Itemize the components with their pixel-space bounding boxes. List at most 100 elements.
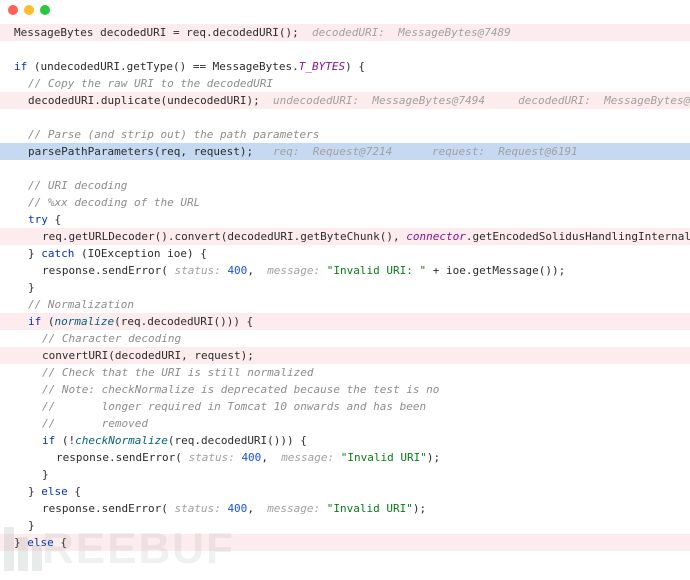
code-token: connector: [406, 230, 466, 243]
code-token: req.getURLDecoder().convert(decodedURI.g…: [42, 230, 406, 243]
code-token: status:: [174, 264, 227, 277]
code-token: // Copy the raw URI to the decodedURI: [28, 77, 273, 90]
code-token: // Parse (and strip out) the path parame…: [28, 128, 319, 141]
code-line[interactable]: } else {: [0, 483, 690, 500]
code-line[interactable]: // Character decoding: [0, 330, 690, 347]
code-token: "Invalid URI": [341, 451, 427, 464]
code-token: 400: [241, 451, 261, 464]
code-line[interactable]: response.sendError( status: 400, message…: [0, 449, 690, 466]
code-token: (IOException ioe) {: [81, 247, 207, 260]
code-token: decodedURI.duplicate(undecodedURI);: [28, 94, 273, 107]
code-line[interactable]: // longer required in Tomcat 10 onwards …: [0, 398, 690, 415]
code-token: }: [14, 536, 27, 549]
code-line[interactable]: // Parse (and strip out) the path parame…: [0, 126, 690, 143]
code-token: (: [48, 315, 55, 328]
code-token: status:: [188, 451, 241, 464]
code-token: response.sendError(: [56, 451, 188, 464]
code-line[interactable]: if (normalize(req.decodedURI())) {: [0, 313, 690, 330]
code-line[interactable]: }: [0, 517, 690, 534]
code-line[interactable]: response.sendError( status: 400, message…: [0, 500, 690, 517]
code-token: ,: [247, 264, 267, 277]
code-line[interactable]: MessageBytes decodedURI = req.decodedURI…: [0, 24, 690, 41]
code-token: catch: [41, 247, 81, 260]
code-token: parsePathParameters(req, request);: [28, 145, 273, 158]
code-line[interactable]: [0, 160, 690, 177]
code-token: message:: [267, 264, 327, 277]
code-line[interactable]: decodedURI.duplicate(undecodedURI); unde…: [0, 92, 690, 109]
minimize-icon[interactable]: [24, 5, 34, 15]
code-token: message:: [267, 502, 327, 515]
code-token: response.sendError(: [42, 502, 174, 515]
code-token: [14, 111, 21, 124]
code-line[interactable]: // Copy the raw URI to the decodedURI: [0, 75, 690, 92]
code-token: if: [42, 434, 62, 447]
code-line[interactable]: parsePathParameters(req, request); req: …: [0, 143, 690, 160]
code-token: // removed: [42, 417, 148, 430]
code-token: ,: [247, 502, 267, 515]
code-line[interactable]: // %xx decoding of the URL: [0, 194, 690, 211]
code-token: [14, 162, 21, 175]
code-line[interactable]: [0, 109, 690, 126]
code-editor[interactable]: MessageBytes decodedURI = req.decodedURI…: [0, 20, 690, 561]
code-token: // Check that the URI is still normalize…: [42, 366, 314, 379]
code-line[interactable]: } catch (IOException ioe) {: [0, 245, 690, 262]
code-token: "Invalid URI: ": [327, 264, 426, 277]
code-token: );: [413, 502, 426, 515]
code-token: response.sendError(: [42, 264, 174, 277]
code-line[interactable]: if (undecodedURI.getType() == MessageByt…: [0, 58, 690, 75]
zoom-icon[interactable]: [40, 5, 50, 15]
code-token: message:: [281, 451, 341, 464]
code-line[interactable]: response.sendError( status: 400, message…: [0, 262, 690, 279]
code-token: if: [14, 60, 34, 73]
code-token: // Normalization: [28, 298, 134, 311]
code-line[interactable]: // Normalization: [0, 296, 690, 313]
code-line[interactable]: }: [0, 279, 690, 296]
code-line[interactable]: if (!checkNormalize(req.decodedURI())) {: [0, 432, 690, 449]
code-token: 400: [227, 264, 247, 277]
code-token: else: [27, 536, 60, 549]
code-token: // longer required in Tomcat 10 onwards …: [42, 400, 426, 413]
code-token: {: [74, 485, 81, 498]
code-line[interactable]: // URI decoding: [0, 177, 690, 194]
code-token: }: [28, 519, 35, 532]
code-token: }: [28, 485, 41, 498]
code-line[interactable]: [0, 41, 690, 58]
code-line[interactable]: // Check that the URI is still normalize…: [0, 364, 690, 381]
mac-titlebar: [0, 0, 690, 20]
code-token: + ioe.getMessage());: [426, 264, 565, 277]
code-line[interactable]: // Note: checkNormalize is deprecated be…: [0, 381, 690, 398]
code-token: else: [41, 485, 74, 498]
code-token: (req.decodedURI())) {: [168, 434, 307, 447]
code-token: convertURI(decodedURI, request);: [42, 349, 254, 362]
code-token: (req.decodedURI())) {: [114, 315, 253, 328]
code-token: T_BYTES: [299, 60, 345, 73]
code-line[interactable]: } else {: [0, 534, 690, 551]
code-token: MessageBytes decodedURI = req.decodedURI…: [14, 26, 312, 39]
code-line[interactable]: }: [0, 466, 690, 483]
code-token: // URI decoding: [28, 179, 127, 192]
code-token: decodedURI: MessageBytes@7489: [312, 26, 511, 39]
code-line[interactable]: convertURI(decodedURI, request);: [0, 347, 690, 364]
code-token: "Invalid URI": [327, 502, 413, 515]
code-token: }: [42, 468, 49, 481]
code-token: undecodedURI: MessageBytes@7494 decodedU…: [273, 94, 690, 107]
code-token: // Note: checkNormalize is deprecated be…: [42, 383, 439, 396]
code-token: .getEncodedSolidusHandlingInternal());: [466, 230, 690, 243]
code-token: );: [427, 451, 440, 464]
code-token: status:: [174, 502, 227, 515]
code-token: }: [28, 281, 35, 294]
code-token: ,: [261, 451, 281, 464]
code-line[interactable]: try {: [0, 211, 690, 228]
code-token: normalize: [55, 315, 115, 328]
code-token: // %xx decoding of the URL: [28, 196, 200, 209]
code-token: (undecodedURI.getType() == MessageBytes.: [34, 60, 299, 73]
code-line[interactable]: // removed: [0, 415, 690, 432]
code-line[interactable]: req.getURLDecoder().convert(decodedURI.g…: [0, 228, 690, 245]
code-token: [14, 43, 21, 56]
code-token: // Character decoding: [42, 332, 181, 345]
code-token: (!: [62, 434, 75, 447]
code-token: 400: [227, 502, 247, 515]
code-token: {: [55, 213, 62, 226]
code-token: ) {: [345, 60, 365, 73]
close-icon[interactable]: [8, 5, 18, 15]
